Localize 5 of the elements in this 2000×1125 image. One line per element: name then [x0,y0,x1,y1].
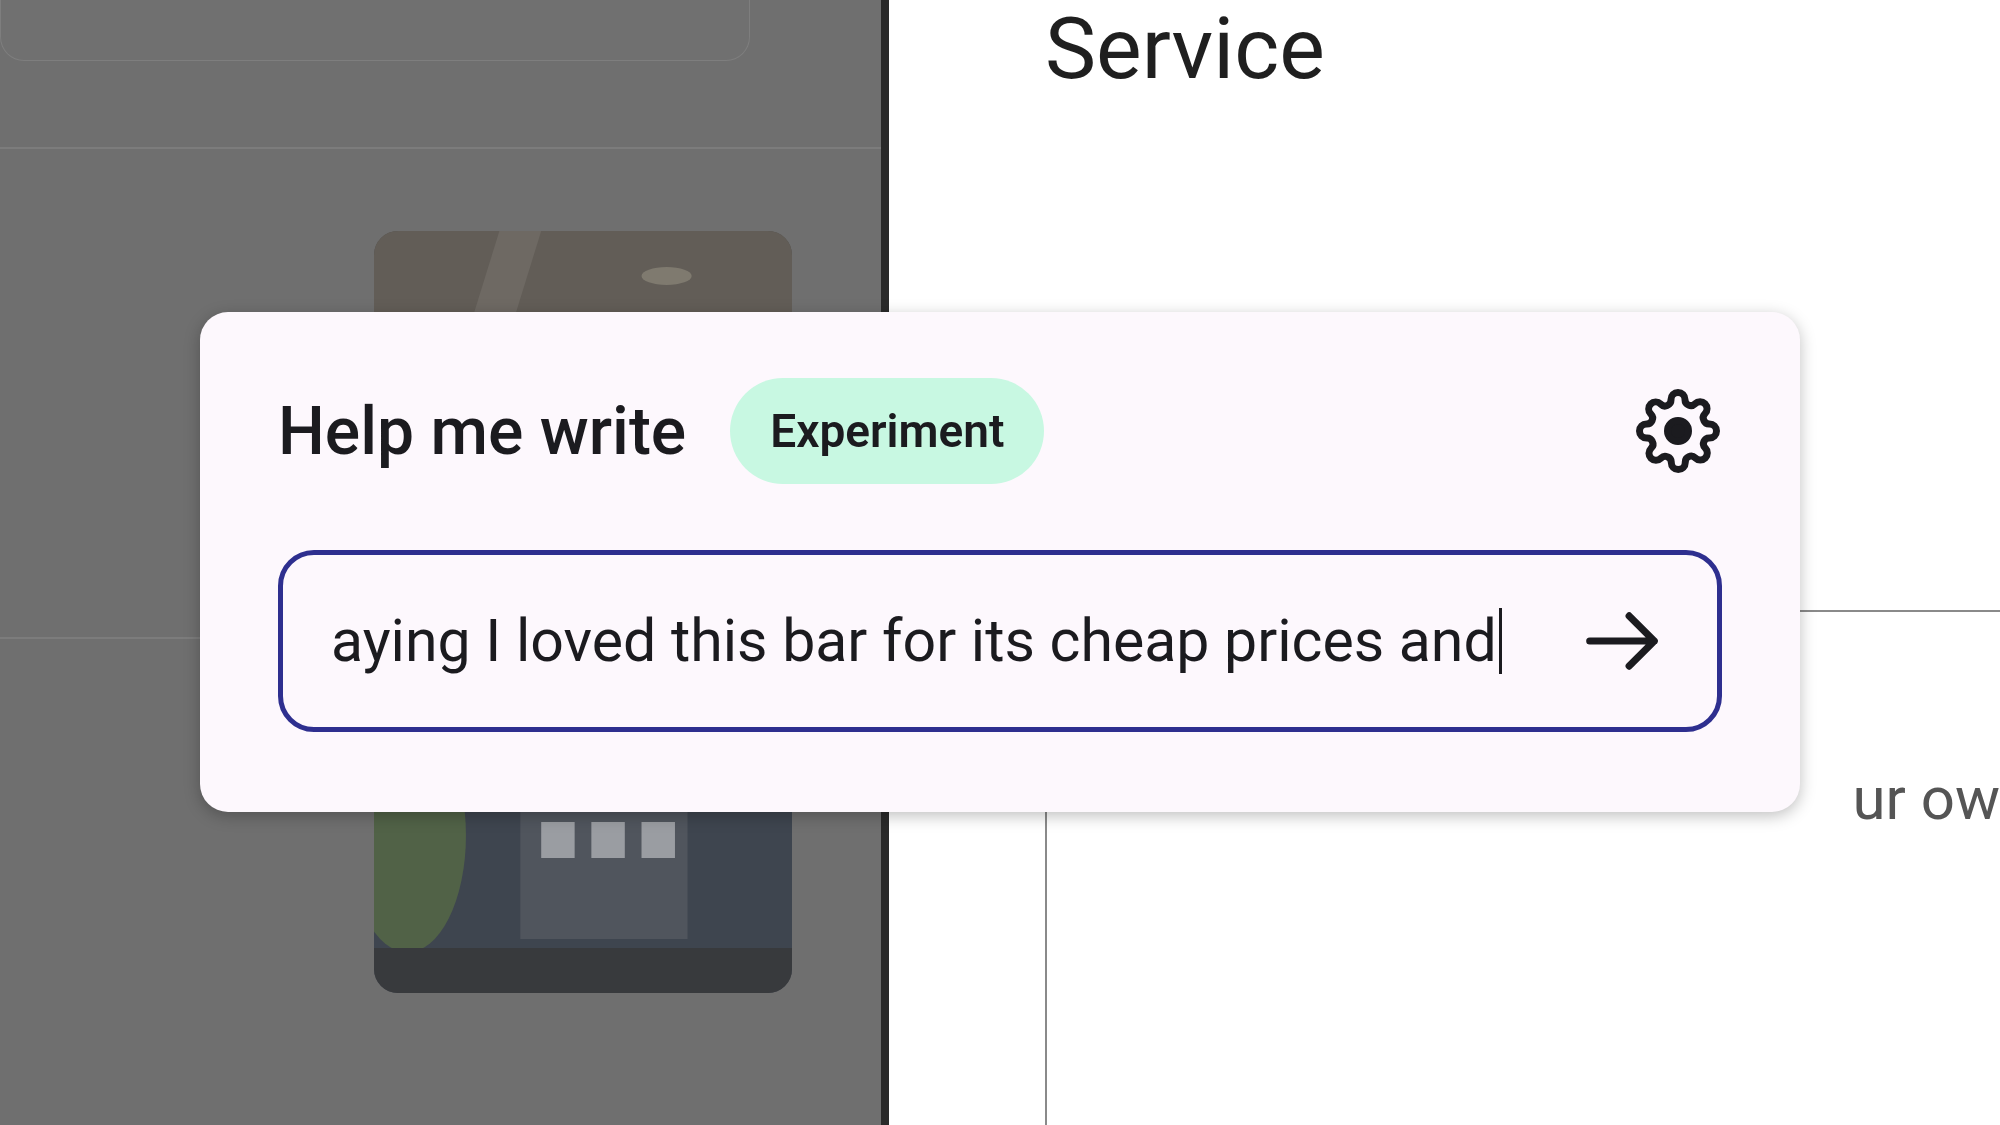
section-title: Service [1045,0,1326,99]
settings-icon[interactable] [1636,389,1720,473]
dialog-title: Help me write [278,391,687,472]
experiment-badge: Experiment [730,378,1045,484]
review-text: ur ow [1852,768,2000,829]
